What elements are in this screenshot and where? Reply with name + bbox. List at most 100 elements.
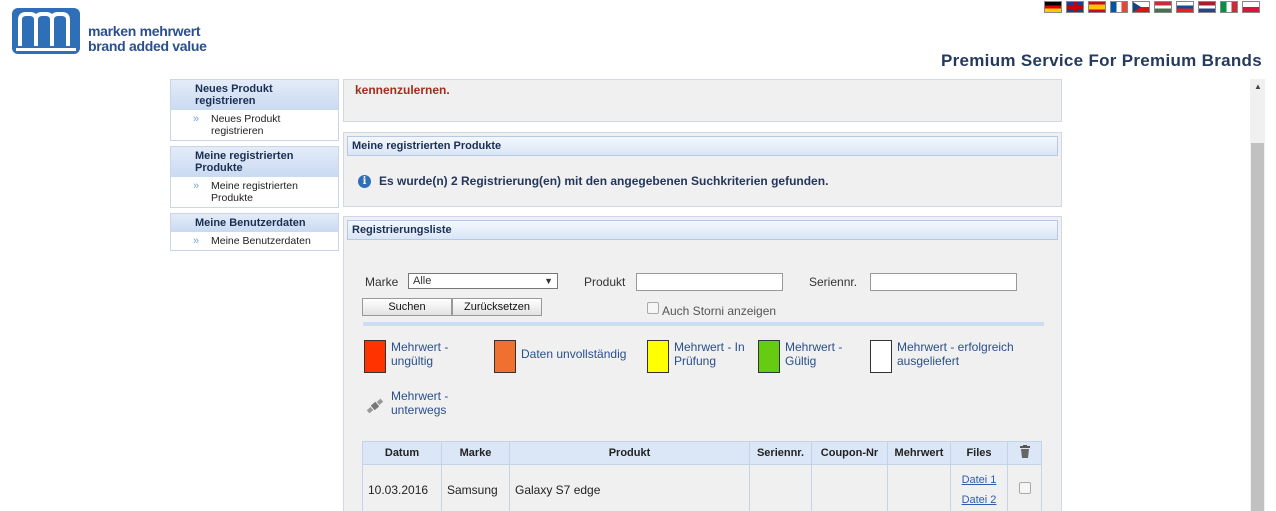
sidebar-item-label: Neues Produkt registrieren (211, 113, 281, 137)
satellite-icon (366, 398, 384, 414)
page-scrollbar[interactable]: ▲ (1250, 79, 1265, 511)
sidebar-section-register: Neues Produkt registrieren » Neues Produ… (170, 79, 339, 141)
scrollbar-thumb[interactable] (1251, 143, 1264, 511)
flag-sk-icon[interactable] (1176, 1, 1194, 13)
row-delete-checkbox[interactable] (1018, 482, 1031, 494)
legend-item-ausgeliefert: Mehrwert - erfolgreich ausgeliefert (870, 340, 1057, 373)
flag-it-icon[interactable] (1220, 1, 1238, 13)
sidebar-heading-products: Meine registrierten Produkte (171, 147, 338, 177)
column-header-files[interactable]: Files (950, 441, 1008, 465)
filter-separator (363, 322, 1044, 326)
marke-select-value: Alle (413, 275, 432, 287)
intro-text: kennenzulernen. (355, 83, 450, 97)
search-button[interactable]: Suchen (362, 298, 452, 316)
column-header-delete (1007, 441, 1042, 465)
column-header-seriennr[interactable]: Seriennr. (749, 441, 812, 465)
column-header-datum[interactable]: Datum (362, 441, 442, 465)
site-header: marken mehrwert brand added value Premiu… (0, 0, 1276, 79)
filter-form: Marke Alle ▼ Produkt Seriennr. Suchen Zu… (344, 240, 1061, 340)
flag-fr-icon[interactable] (1110, 1, 1128, 13)
legend-label: Daten unvollständig (521, 347, 627, 361)
reset-button[interactable]: Zurücksetzen (452, 298, 542, 316)
legend-swatch (758, 340, 780, 373)
storni-label: Auch Storni anzeigen (662, 304, 777, 318)
sidebar-nav: Neues Produkt registrieren » Neues Produ… (170, 79, 339, 256)
legend-swatch (494, 340, 516, 373)
sidebar-section-products: Meine registrierten Produkte » Meine reg… (170, 146, 339, 208)
legend-item-unvollstaendig: Daten unvollständig (494, 340, 641, 373)
registration-list-title: Registrierungsliste (347, 220, 1058, 240)
results-panel: Meine registrierten Produkte i Es wurde(… (343, 132, 1062, 207)
legend-label: Mehrwert - ungültig (391, 340, 449, 368)
registrations-table: Datum Marke Produkt Seriennr. Coupon-Nr … (362, 441, 1042, 511)
language-flags (1044, 1, 1260, 13)
results-panel-title: Meine registrierten Produkte (347, 136, 1058, 156)
info-icon: i (358, 174, 371, 188)
trash-icon (1019, 445, 1030, 458)
sidebar-heading-userdata: Meine Benutzerdaten (171, 214, 338, 232)
sidebar-item-products[interactable]: » Meine registrierten Produkte (171, 177, 338, 207)
legend-item-ungueltig: Mehrwert - ungültig (364, 340, 461, 373)
column-header-coupon[interactable]: Coupon-Nr (811, 441, 888, 465)
cell-mehrwert (887, 464, 951, 511)
logo-line-2: brand added value (88, 38, 207, 54)
flag-de-icon[interactable] (1044, 1, 1062, 13)
legend-label: Mehrwert - In Prüfung (674, 340, 745, 368)
logo-text: marken mehrwert brand added value (88, 24, 207, 54)
legend-swatch (870, 340, 892, 373)
legend-item-pruefung: Mehrwert - In Prüfung (647, 340, 754, 373)
legend-label: Mehrwert - Gültig (785, 340, 843, 368)
flag-nl-icon[interactable] (1198, 1, 1216, 13)
flag-cz-icon[interactable] (1132, 1, 1150, 13)
flag-hu-icon[interactable] (1154, 1, 1172, 13)
produkt-input[interactable] (636, 273, 783, 291)
legend-label: Mehrwert - unterwegs (391, 389, 449, 417)
cell-produkt: Galaxy S7 edge (509, 464, 750, 511)
seriennr-input[interactable] (870, 273, 1017, 291)
column-header-mehrwert[interactable]: Mehrwert (887, 441, 951, 465)
double-chevron-icon: » (193, 235, 200, 247)
legend-swatch (647, 340, 669, 373)
flag-pl-icon[interactable] (1242, 1, 1260, 13)
logo-line-1: marken mehrwert (88, 23, 201, 39)
cell-coupon (811, 464, 888, 511)
cell-files: Datei 1 Datei 2 (950, 464, 1008, 511)
cell-datum: 10.03.2016 (362, 464, 442, 511)
flag-gb-icon[interactable] (1066, 1, 1084, 13)
double-chevron-icon: » (193, 113, 200, 125)
sidebar-item-userdata[interactable]: » Meine Benutzerdaten (171, 232, 338, 250)
sidebar-section-userdata: Meine Benutzerdaten » Meine Benutzerdate… (170, 213, 339, 251)
sidebar-item-label: Meine registrierten Produkte (211, 180, 298, 204)
cell-marke: Samsung (441, 464, 510, 511)
file-link-2[interactable]: Datei 2 (951, 490, 1007, 510)
storni-checkbox[interactable] (647, 302, 659, 314)
legend-item-gueltig: Mehrwert - Gültig (758, 340, 855, 373)
cell-delete (1007, 464, 1042, 511)
intro-panel: kennenzulernen. (343, 79, 1062, 122)
marke-select[interactable]: Alle ▼ (408, 273, 558, 289)
slogan: Premium Service For Premium Brands (940, 51, 1262, 70)
sidebar-item-label: Meine Benutzerdaten (211, 235, 311, 247)
marke-label: Marke (365, 275, 399, 289)
seriennr-label: Seriennr. (809, 275, 858, 289)
produkt-label: Produkt (584, 275, 626, 289)
table-row[interactable]: 10.03.2016 Samsung Galaxy S7 edge Datei … (362, 464, 1042, 511)
legend-swatch (364, 340, 386, 373)
sidebar-item-register[interactable]: » Neues Produkt registrieren (171, 110, 338, 140)
brand-logo[interactable] (12, 6, 82, 56)
main-content: kennenzulernen. Meine registrierten Prod… (343, 79, 1062, 511)
legend-label: Mehrwert - erfolgreich ausgeliefert (897, 340, 1014, 368)
file-link-1[interactable]: Datei 1 (951, 470, 1007, 490)
double-chevron-icon: » (193, 180, 200, 192)
legend-item-unterwegs: Mehrwert - unterwegs (364, 389, 471, 422)
table-header-row: Datum Marke Produkt Seriennr. Coupon-Nr … (362, 441, 1042, 465)
info-text: Es wurde(n) 2 Registrierung(en) mit den … (379, 174, 829, 188)
dropdown-arrow-icon: ▼ (544, 276, 553, 286)
sidebar-heading-register: Neues Produkt registrieren (171, 80, 338, 110)
info-message: i Es wurde(n) 2 Registrierung(en) mit de… (344, 156, 1061, 206)
scroll-up-arrow-icon[interactable]: ▲ (1254, 82, 1262, 91)
status-legend: Mehrwert - ungültig Daten unvollständig … (344, 340, 1061, 440)
column-header-marke[interactable]: Marke (441, 441, 510, 465)
column-header-produkt[interactable]: Produkt (509, 441, 750, 465)
flag-es-icon[interactable] (1088, 1, 1106, 13)
